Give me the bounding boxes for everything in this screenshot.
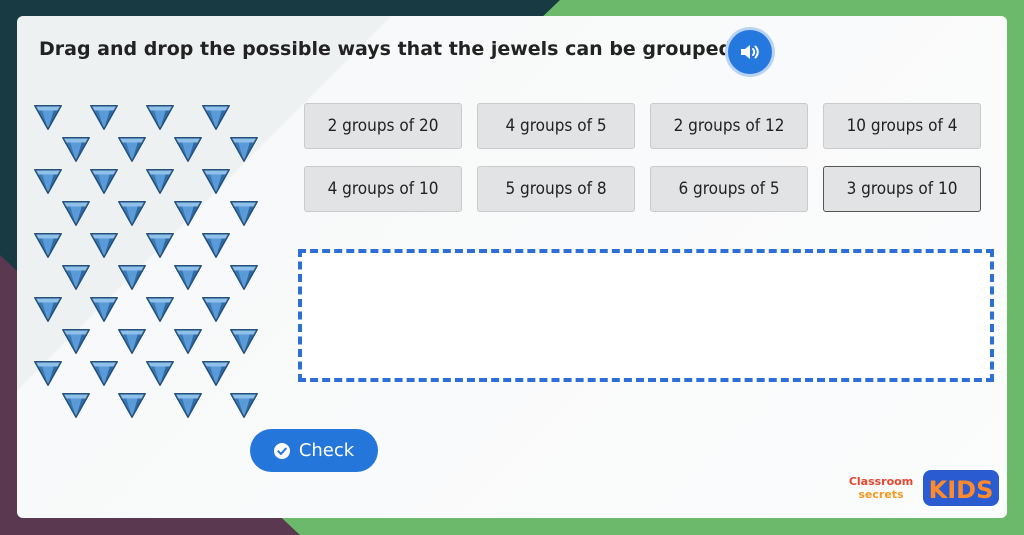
diamond-gem-icon (230, 329, 258, 354)
diamond-gem-icon (202, 233, 230, 258)
answer-option[interactable]: 3 groups of 10 (823, 166, 981, 212)
answer-option[interactable]: 10 groups of 4 (823, 103, 981, 149)
diamond-gem-icon (62, 265, 90, 290)
jewel-collection (33, 102, 293, 422)
diamond-gem-icon (202, 169, 230, 194)
diamond-gem-icon (34, 105, 62, 130)
diamond-gem-icon (62, 393, 90, 418)
answer-option[interactable]: 4 groups of 10 (304, 166, 462, 212)
speaker-icon (741, 45, 759, 59)
diamond-gem-icon (90, 297, 118, 322)
diamond-gem-icon (146, 233, 174, 258)
diamond-gem-icon (146, 297, 174, 322)
check-button-label: Check (298, 440, 355, 461)
activity-card: Drag and drop the possible ways that the… (17, 16, 1007, 518)
diamond-gem-icon (230, 137, 258, 162)
check-circle-icon (273, 442, 290, 459)
answer-option[interactable]: 2 groups of 12 (650, 103, 808, 149)
answer-option[interactable]: 4 groups of 5 (477, 103, 635, 149)
diamond-gem-icon (202, 361, 230, 386)
answer-option[interactable]: 5 groups of 8 (477, 166, 635, 212)
diamond-gem-icon (146, 361, 174, 386)
diamond-gem-icon (118, 393, 146, 418)
diamond-gem-icon (230, 265, 258, 290)
classroom-secrets-wordmark: Classroom secrets (849, 475, 913, 501)
diamond-gem-icon (62, 137, 90, 162)
diamond-gem-icon (62, 329, 90, 354)
diamond-gem-icon (90, 361, 118, 386)
diamond-gem-icon (202, 105, 230, 130)
diamond-gem-icon (174, 265, 202, 290)
svg-text:KIDS: KIDS (929, 476, 994, 504)
diamond-gem-icon (174, 329, 202, 354)
drop-zone[interactable] (298, 249, 994, 382)
diamond-gem-icon (174, 393, 202, 418)
diamond-gem-icon (118, 265, 146, 290)
diamond-gem-icon (174, 201, 202, 226)
audio-button[interactable] (728, 30, 772, 74)
diamond-gem-icon (34, 169, 62, 194)
diamond-gem-icon (90, 169, 118, 194)
kids-badge: KIDS (923, 470, 999, 506)
diamond-gem-icon (230, 393, 258, 418)
diamond-gem-icon (230, 201, 258, 226)
svg-text:secrets: secrets (858, 488, 904, 501)
diamond-gem-icon (34, 233, 62, 258)
diamond-gem-icon (118, 329, 146, 354)
diamond-gem-icon (62, 201, 90, 226)
classroom-secrets-kids-logo: Classroom secrets KIDS (849, 470, 999, 506)
diamond-gem-icon (90, 105, 118, 130)
diamond-gem-icon (34, 361, 62, 386)
instruction-text: Drag and drop the possible ways that the… (39, 38, 740, 60)
diamond-gem-icon (146, 105, 174, 130)
svg-text:Classroom: Classroom (849, 475, 913, 488)
answer-option[interactable]: 2 groups of 20 (304, 103, 462, 149)
diamond-gem-icon (34, 297, 62, 322)
answer-option[interactable]: 6 groups of 5 (650, 166, 808, 212)
diamond-gem-icon (174, 137, 202, 162)
check-button[interactable]: Check (250, 429, 378, 472)
diamond-gem-icon (118, 201, 146, 226)
diamond-gem-icon (90, 233, 118, 258)
diamond-gem-icon (146, 169, 174, 194)
diamond-gem-icon (202, 297, 230, 322)
diamond-gem-icon (118, 137, 146, 162)
